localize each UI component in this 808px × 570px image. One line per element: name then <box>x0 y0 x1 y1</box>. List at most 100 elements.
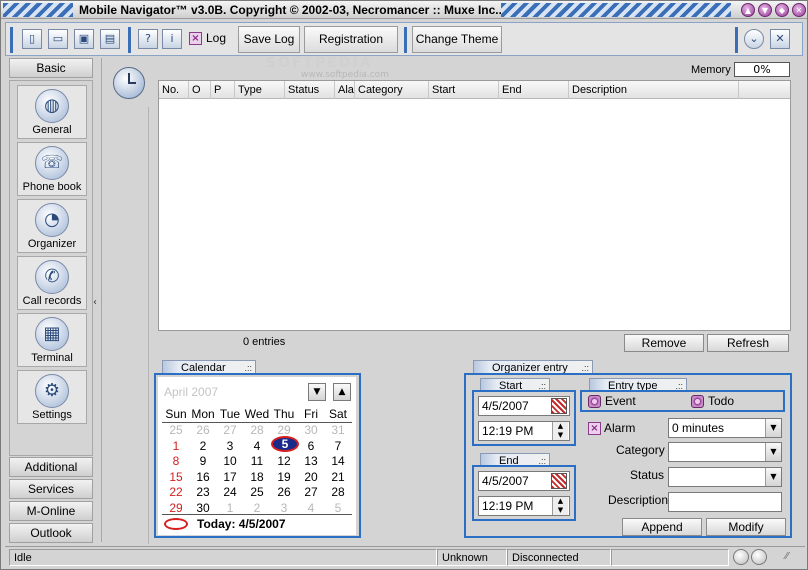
calendar-day[interactable]: 27 <box>217 423 243 437</box>
tab-outlook[interactable]: Outlook <box>9 523 93 543</box>
sidebar-item-settings[interactable]: ⚙ Settings <box>17 370 87 424</box>
restore-icon[interactable]: ◆ <box>775 3 789 17</box>
calendar-day[interactable]: 10 <box>217 454 243 468</box>
registration-button[interactable]: Registration <box>304 26 398 53</box>
alarm-checkbox[interactable]: × <box>588 422 601 435</box>
tab-additional[interactable]: Additional <box>9 457 93 477</box>
calendar-day[interactable]: 27 <box>298 485 324 499</box>
column-header[interactable]: End <box>499 81 569 99</box>
change-theme-button[interactable]: Change Theme <box>412 26 502 53</box>
calendar-day[interactable]: 11 <box>244 454 270 468</box>
save-icon[interactable]: ▣ <box>74 29 94 49</box>
exit-icon[interactable]: ✕ <box>770 29 790 49</box>
refresh-button[interactable]: Refresh <box>707 334 789 352</box>
calendar-day[interactable]: 26 <box>271 485 297 499</box>
info-icon[interactable]: i <box>162 29 182 49</box>
help-icon[interactable]: ? <box>138 29 158 49</box>
column-header[interactable]: Category <box>355 81 429 99</box>
todo-radio[interactable] <box>691 395 704 408</box>
column-header[interactable]: Description <box>569 81 739 99</box>
today-label[interactable]: Today: 4/5/2007 <box>197 517 286 531</box>
calendar-picker-icon[interactable] <box>551 398 567 414</box>
entries-grid[interactable]: No. O P Type Status Alarm Category Start… <box>158 80 791 331</box>
maximize-icon[interactable]: ▼ <box>758 3 772 17</box>
chevron-down-icon[interactable]: ▼ <box>765 443 781 461</box>
save-all-icon[interactable]: ▤ <box>100 29 120 49</box>
remove-button[interactable]: Remove <box>624 334 704 352</box>
calendar-day[interactable]: 1 <box>163 439 189 453</box>
sidebar-item-terminal[interactable]: ▦ Terminal <box>17 313 87 367</box>
calendar-day[interactable]: 8 <box>163 454 189 468</box>
modify-button[interactable]: Modify <box>706 518 786 536</box>
calendar-day[interactable]: 20 <box>298 470 324 484</box>
close-icon[interactable]: ✕ <box>792 3 806 17</box>
column-header[interactable]: No. <box>159 81 189 99</box>
tab-services[interactable]: Services <box>9 479 93 499</box>
calendar-day[interactable]: 24 <box>217 485 243 499</box>
calendar-day[interactable]: 17 <box>217 470 243 484</box>
calendar-day[interactable]: 22 <box>163 485 189 499</box>
calendar-day[interactable]: 4 <box>244 439 270 453</box>
tab-calendar[interactable]: Calendar <box>162 360 256 375</box>
chevron-down-icon[interactable]: ▼ <box>765 419 781 437</box>
calendar-day[interactable]: 6 <box>298 439 324 453</box>
calendar-day[interactable]: 23 <box>190 485 216 499</box>
tab-m-online[interactable]: M-Online <box>9 501 93 521</box>
calendar-day[interactable]: 21 <box>325 470 351 484</box>
calendar-day[interactable]: 9 <box>190 454 216 468</box>
calendar-day[interactable]: 28 <box>325 485 351 499</box>
calendar-day[interactable]: 4 <box>298 501 324 515</box>
calendar-picker-icon[interactable] <box>551 473 567 489</box>
calendar-day[interactable]: 19 <box>271 470 297 484</box>
log-checkbox[interactable]: × <box>189 32 202 45</box>
sidebar-item-phone-book[interactable]: ☏ Phone book <box>17 142 87 196</box>
calendar-day[interactable]: 25 <box>244 485 270 499</box>
resize-grip-icon[interactable]: ⁄⁄ <box>785 551 788 562</box>
calendar-day[interactable]: 15 <box>163 470 189 484</box>
calendar-day[interactable]: 2 <box>190 439 216 453</box>
description-field[interactable] <box>668 492 782 512</box>
sidebar-item-organizer[interactable]: ◔ Organizer <box>17 199 87 253</box>
sidebar-item-general[interactable]: ◍ General <box>17 85 87 139</box>
column-header[interactable]: P <box>211 81 235 99</box>
calendar-day[interactable]: 29 <box>271 423 297 437</box>
collapse-icon[interactable]: ⌄ <box>744 29 764 49</box>
chevron-left-icon[interactable]: ‹ <box>93 297 101 308</box>
append-button[interactable]: Append <box>622 518 702 536</box>
new-icon[interactable]: ▯ <box>22 29 42 49</box>
calendar-day[interactable]: 12 <box>271 454 297 468</box>
column-header[interactable]: O <box>189 81 211 99</box>
save-log-button[interactable]: Save Log <box>238 26 300 53</box>
calendar-day[interactable]: 1 <box>217 501 243 515</box>
tab-basic[interactable]: Basic <box>9 58 93 78</box>
sidebar-item-call-records[interactable]: ✆ Call records <box>17 256 87 310</box>
calendar-day[interactable]: 28 <box>244 423 270 437</box>
column-header[interactable]: Status <box>285 81 335 99</box>
chevron-down-icon[interactable]: ▼ <box>765 468 781 486</box>
title-bar[interactable]: Mobile Navigator™ v3.0B. Copyright © 200… <box>1 1 807 19</box>
calendar-day[interactable]: 29 <box>163 501 189 515</box>
calendar-day[interactable]: 25 <box>163 423 189 437</box>
event-radio[interactable] <box>588 395 601 408</box>
open-icon[interactable]: ▭ <box>48 29 68 49</box>
spinner-icon[interactable]: ▲ ▼ <box>552 422 568 440</box>
column-header[interactable]: Type <box>235 81 285 99</box>
splitter[interactable] <box>101 58 102 542</box>
selected-day[interactable]: 5 <box>271 436 299 452</box>
column-header[interactable]: Alarm <box>335 81 355 99</box>
spinner-icon[interactable]: ▲ ▼ <box>552 497 568 515</box>
calendar-day[interactable]: 18 <box>244 470 270 484</box>
calendar-day[interactable]: 5 <box>325 501 351 515</box>
calendar-day[interactable]: 14 <box>325 454 351 468</box>
calendar-day[interactable]: 3 <box>271 501 297 515</box>
calendar-day[interactable]: 7 <box>325 439 351 453</box>
calendar-day[interactable]: 26 <box>190 423 216 437</box>
next-month-icon[interactable]: ▼ <box>308 383 326 401</box>
calendar-day[interactable]: 16 <box>190 470 216 484</box>
calendar-day[interactable]: 2 <box>244 501 270 515</box>
column-header[interactable]: Start <box>429 81 499 99</box>
tab-organizer-entry[interactable]: Organizer entry <box>473 360 593 375</box>
prev-month-icon[interactable]: ▲ <box>333 383 351 401</box>
calendar-day[interactable]: 13 <box>298 454 324 468</box>
calendar-day[interactable]: 31 <box>325 423 351 437</box>
